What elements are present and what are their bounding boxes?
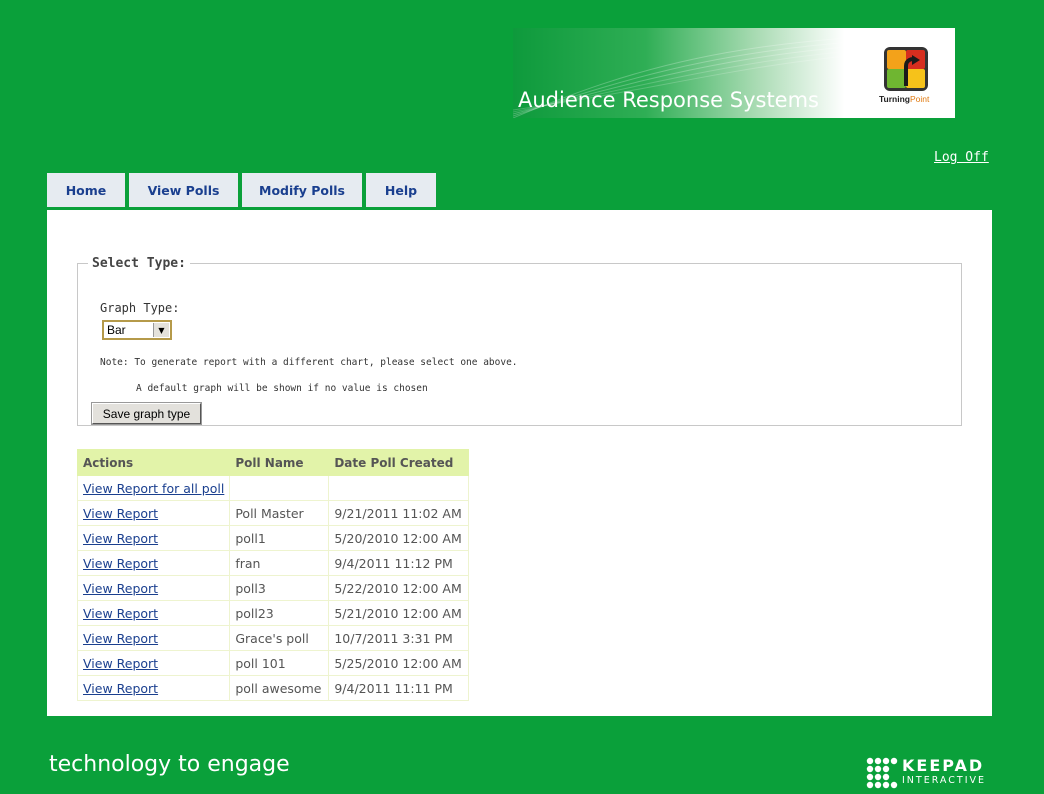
dropdown-arrow-icon[interactable]: ▼ [153, 323, 169, 337]
turningpoint-brand-text: TurningPoint [879, 94, 930, 104]
column-header-poll-name: Poll Name [229, 449, 330, 476]
keypad-dots-icon [866, 757, 898, 789]
table-header-row: Actions Poll Name Date Poll Created [76, 449, 470, 476]
date-created-cell: 10/7/2011 3:31 PM [328, 625, 470, 651]
tab-modify-polls[interactable]: Modify Polls [242, 173, 362, 207]
graph-type-select[interactable]: Bar ▼ [102, 320, 172, 340]
log-off-link[interactable]: Log Off [934, 150, 989, 165]
date-created-cell: 9/21/2011 11:02 AM [328, 500, 470, 526]
header-banner: Audience Response Systems TurningPoint [513, 28, 955, 118]
poll-name-cell: fran [229, 550, 330, 576]
view-report-link[interactable]: View Report [83, 631, 158, 646]
poll-name-cell: poll awesome [229, 675, 330, 701]
date-created-cell: 5/20/2010 12:00 AM [328, 525, 470, 551]
select-type-group: Select Type: Graph Type: Bar ▼ Note: To … [77, 256, 962, 426]
poll-name-cell: poll1 [229, 525, 330, 551]
select-type-legend: Select Type: [92, 256, 186, 271]
actions-cell: View Report for all poll [76, 475, 231, 501]
view-report-all-link[interactable]: View Report for all poll [83, 481, 224, 496]
graph-type-default-note: A default graph will be shown if no valu… [136, 383, 428, 394]
save-graph-type-button[interactable]: Save graph type [91, 402, 202, 425]
table-row: View Report Grace's poll 10/7/2011 3:31 … [76, 625, 470, 651]
footer-tagline: technology to engage [49, 752, 290, 777]
table-row: View Report for all poll [76, 475, 470, 501]
poll-name-cell: Poll Master [229, 500, 330, 526]
view-report-link[interactable]: View Report [83, 606, 158, 621]
view-report-link[interactable]: View Report [83, 581, 158, 596]
poll-name-cell: poll 101 [229, 650, 330, 676]
date-created-cell: 9/4/2011 11:11 PM [328, 675, 470, 701]
column-header-actions: Actions [76, 449, 231, 476]
turningpoint-logo-icon [882, 46, 930, 92]
table-row: View Report fran 9/4/2011 11:12 PM [76, 550, 470, 576]
date-created-cell [328, 475, 470, 501]
column-header-date-created: Date Poll Created [328, 449, 470, 476]
view-report-link[interactable]: View Report [83, 681, 158, 696]
table-row: View Report poll3 5/22/2010 12:00 AM [76, 575, 470, 601]
view-report-link[interactable]: View Report [83, 531, 158, 546]
graph-type-note: Note: To generate report with a differen… [100, 357, 518, 368]
banner-title: Audience Response Systems [518, 88, 819, 112]
table-row: View Report poll23 5/21/2010 12:00 AM [76, 600, 470, 626]
actions-cell: View Report [76, 650, 231, 676]
actions-cell: View Report [76, 575, 231, 601]
table-row: View Report poll 101 5/25/2010 12:00 AM [76, 650, 470, 676]
table-row: View Report poll awesome 9/4/2011 11:11 … [76, 675, 470, 701]
poll-name-cell: Grace's poll [229, 625, 330, 651]
poll-name-cell [229, 475, 330, 501]
keepad-brand-name: KEEPAD [902, 756, 985, 775]
graph-type-selected-value: Bar [107, 323, 126, 337]
main-content-panel: Select Type: Graph Type: Bar ▼ Note: To … [47, 210, 992, 716]
date-created-cell: 5/21/2010 12:00 AM [328, 600, 470, 626]
tab-view-polls[interactable]: View Polls [129, 173, 238, 207]
polls-table: Actions Poll Name Date Poll Created View… [76, 449, 470, 701]
tab-home[interactable]: Home [47, 173, 125, 207]
date-created-cell: 5/22/2010 12:00 AM [328, 575, 470, 601]
actions-cell: View Report [76, 500, 231, 526]
date-created-cell: 9/4/2011 11:12 PM [328, 550, 470, 576]
actions-cell: View Report [76, 600, 231, 626]
actions-cell: View Report [76, 675, 231, 701]
table-row: View Report poll1 5/20/2010 12:00 AM [76, 525, 470, 551]
keepad-brand-subtitle: INTERACTIVE [902, 775, 987, 786]
poll-name-cell: poll23 [229, 600, 330, 626]
date-created-cell: 5/25/2010 12:00 AM [328, 650, 470, 676]
table-row: View Report Poll Master 9/21/2011 11:02 … [76, 500, 470, 526]
actions-cell: View Report [76, 525, 231, 551]
actions-cell: View Report [76, 550, 231, 576]
actions-cell: View Report [76, 625, 231, 651]
poll-name-cell: poll3 [229, 575, 330, 601]
view-report-link[interactable]: View Report [83, 556, 158, 571]
graph-type-label: Graph Type: [100, 301, 180, 315]
tab-help[interactable]: Help [366, 173, 436, 207]
view-report-link[interactable]: View Report [83, 656, 158, 671]
view-report-link[interactable]: View Report [83, 506, 158, 521]
